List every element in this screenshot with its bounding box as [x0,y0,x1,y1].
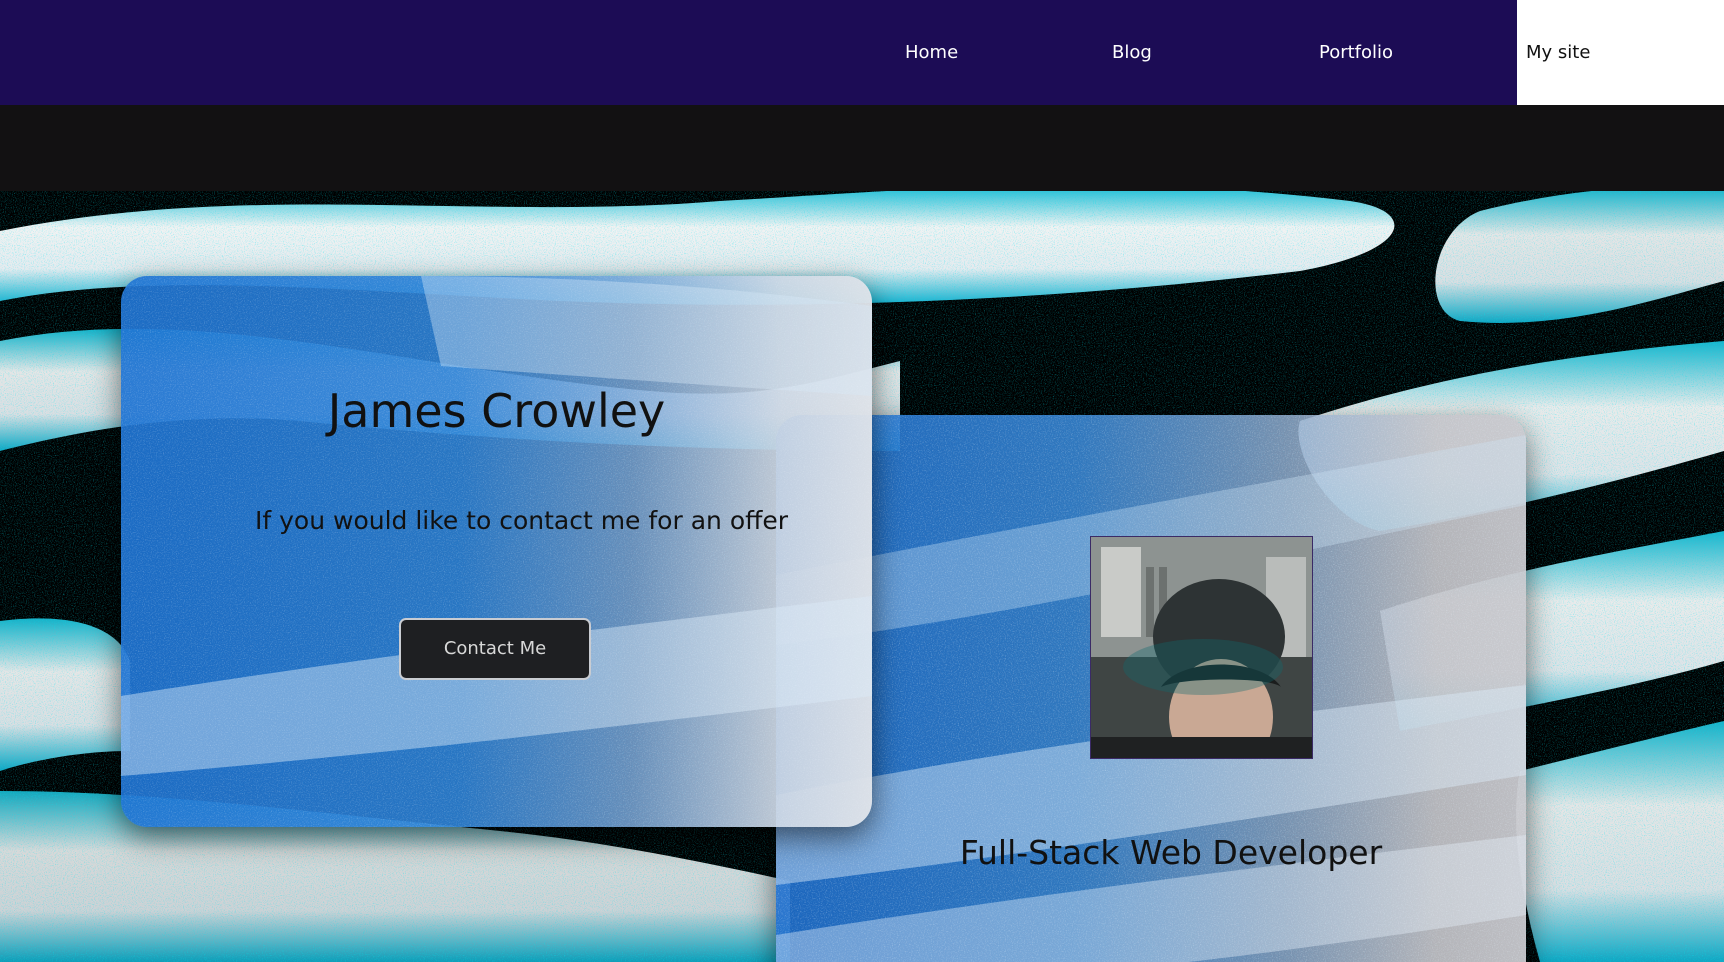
page: Home Blog Portfolio My site Full-Stack W… [0,0,1724,962]
contact-card: James Crowley If you would like to conta… [121,276,872,827]
my-site-label: My site [1526,42,1591,63]
top-navbar: Home Blog Portfolio My site [0,0,1724,105]
role-title: Full-Stack Web Developer [959,833,1383,872]
profile-photo [1090,536,1313,759]
card-texture [121,276,872,827]
header-band [0,105,1724,191]
my-site-box[interactable]: My site [1517,0,1724,105]
name-heading: James Crowley [327,384,666,438]
nav-blog-link[interactable]: Blog [1112,0,1152,105]
nav-home-link[interactable]: Home [905,0,958,105]
developer-card: Full-Stack Web Developer [776,415,1526,962]
contact-me-button[interactable]: Contact Me [399,618,591,680]
profile-photo-icon [1091,537,1312,758]
contact-tagline: If you would like to contact me for an o… [255,506,788,535]
nav-portfolio-link[interactable]: Portfolio [1319,0,1393,105]
